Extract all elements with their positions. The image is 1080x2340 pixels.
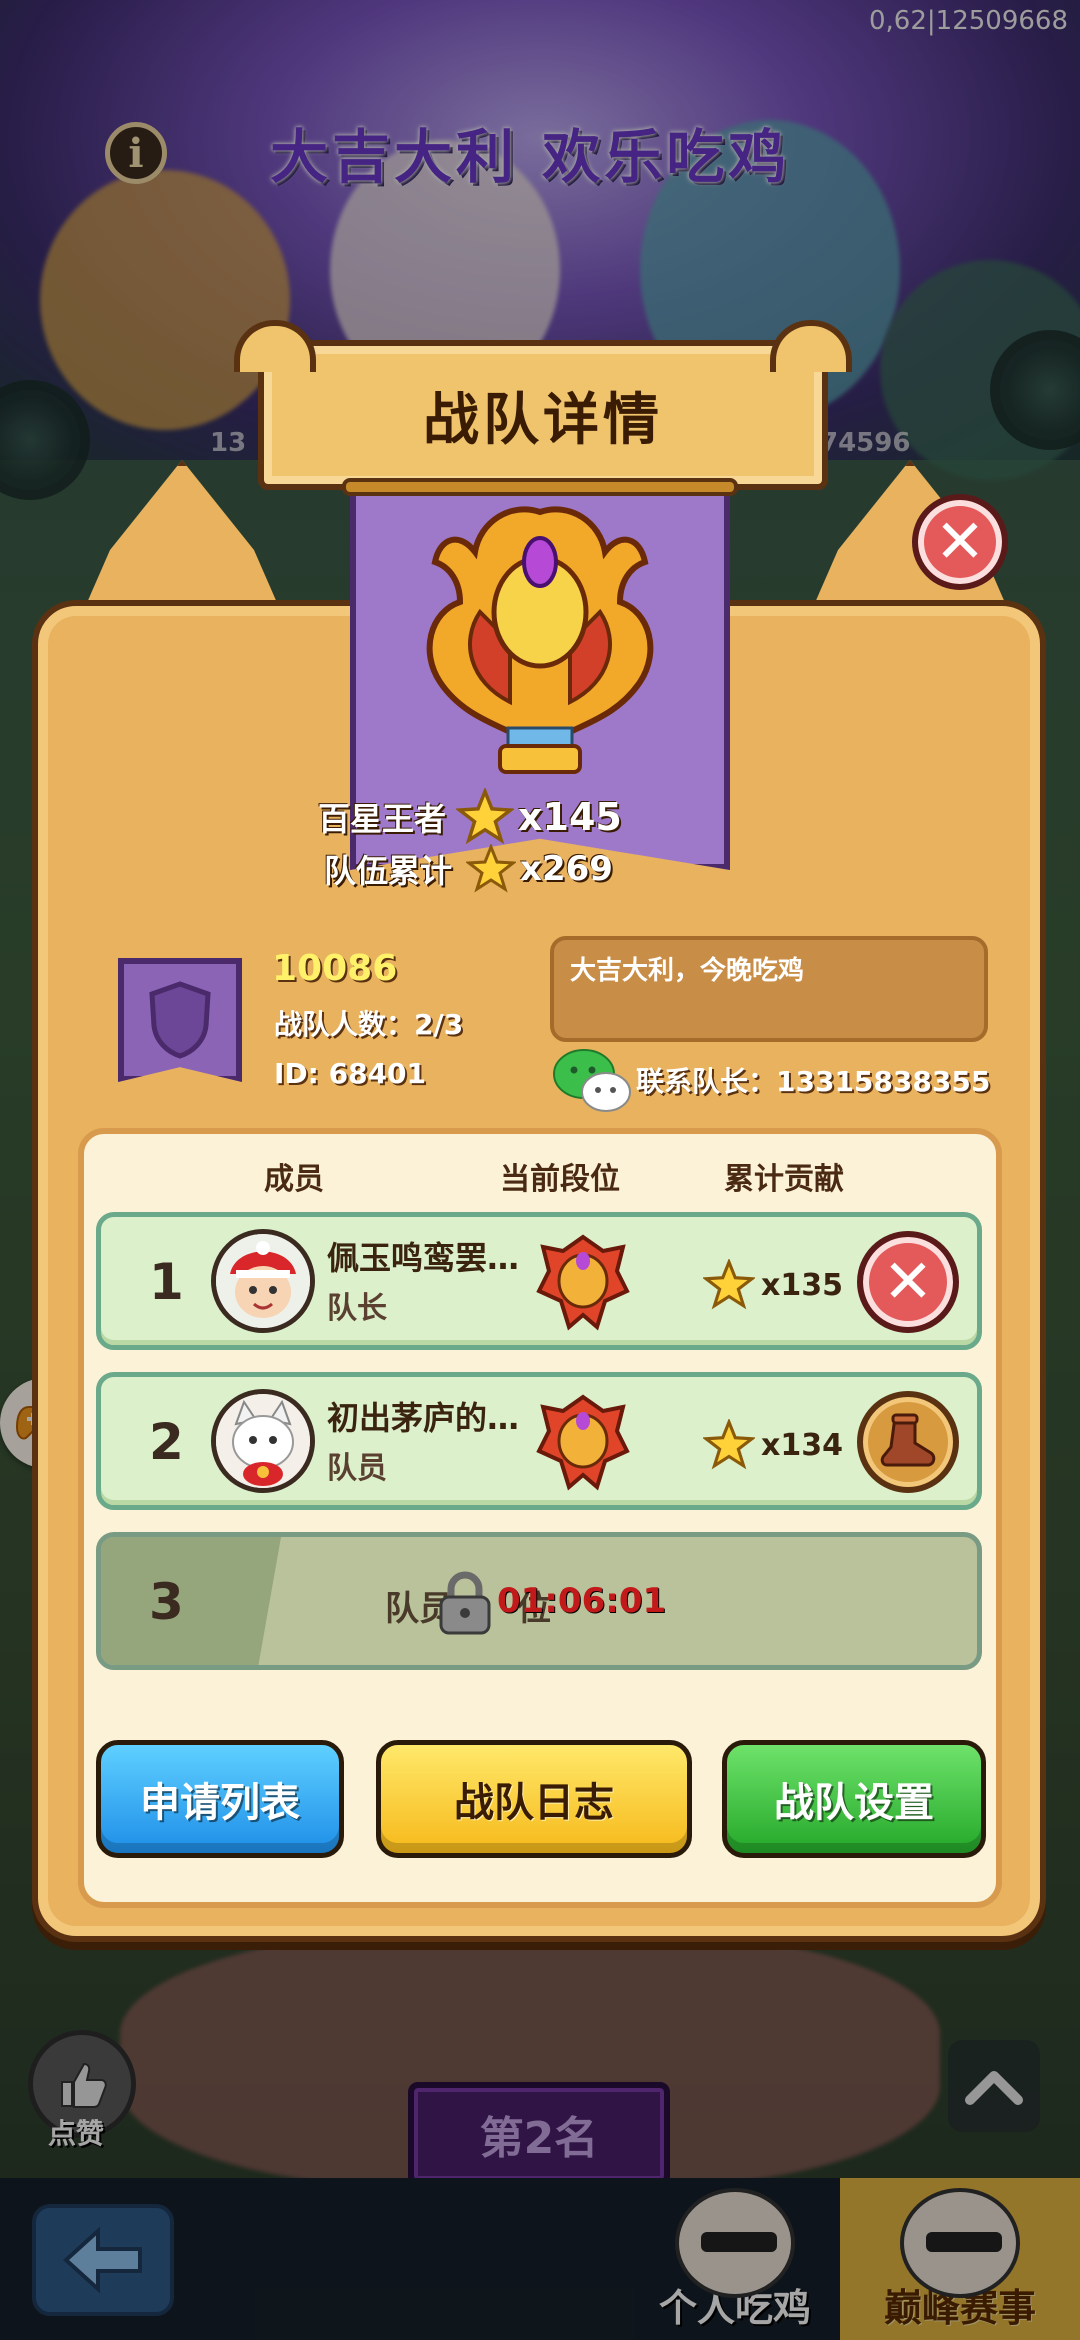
star-icon bbox=[466, 844, 517, 893]
team-total-label: 队伍累计 bbox=[324, 852, 453, 890]
team-name: 10086 bbox=[272, 948, 398, 989]
column-header-rank: 当前段位 bbox=[500, 1162, 620, 1197]
avatar[interactable] bbox=[211, 1229, 315, 1333]
boot-icon bbox=[880, 1413, 936, 1467]
wechat-icon[interactable] bbox=[552, 1046, 632, 1116]
member-contribution: x134 bbox=[703, 1419, 843, 1471]
dialog-title-plaque: 战队详情 bbox=[234, 320, 852, 490]
team-motto: 大吉大利，今晚吃鸡 bbox=[550, 936, 988, 1042]
team-total-stat: 队伍累计 x269 bbox=[324, 844, 613, 894]
column-header-member: 成员 bbox=[264, 1162, 324, 1197]
lock-icon bbox=[439, 1571, 491, 1635]
team-settings-button[interactable]: 战队设置 bbox=[722, 1740, 986, 1858]
member-index: 1 bbox=[149, 1253, 184, 1311]
member-role: 队长 bbox=[327, 1291, 387, 1326]
star-king-label: 百星王者 bbox=[318, 800, 447, 838]
dialog-title: 战队详情 bbox=[423, 387, 663, 453]
captain-contact: 联系队长：13315838355 bbox=[636, 1065, 991, 1098]
application-list-label: 申请列表 bbox=[140, 1780, 300, 1826]
unlock-timer: 01:06:01 bbox=[497, 1581, 667, 1621]
star-king-stat: 百星王者 x145 bbox=[318, 788, 622, 846]
rank-badge-icon bbox=[536, 1234, 630, 1331]
column-header-contribution: 累计贡献 bbox=[724, 1162, 844, 1197]
star-icon bbox=[703, 1419, 755, 1470]
team-settings-label: 战队设置 bbox=[774, 1780, 934, 1826]
close-icon: ✕ bbox=[934, 507, 986, 577]
member-name: 佩玉鸣鸾罢… bbox=[327, 1239, 520, 1277]
kick-member-button[interactable] bbox=[857, 1391, 959, 1493]
avatar-image bbox=[216, 1394, 310, 1488]
locked-member-slot: 3 队员位 01:06:01 bbox=[96, 1532, 982, 1670]
avatar[interactable] bbox=[211, 1389, 315, 1493]
star-king-value: x145 bbox=[518, 795, 622, 839]
star-icon bbox=[456, 788, 515, 845]
member-index: 3 bbox=[149, 1573, 184, 1631]
application-list-button[interactable]: 申请列表 bbox=[96, 1740, 344, 1858]
member-row[interactable]: 2 初出茅庐的… 队员 x134 bbox=[96, 1372, 982, 1510]
member-contribution: x135 bbox=[703, 1259, 843, 1311]
star-icon bbox=[703, 1259, 755, 1310]
team-id: ID: 68401 bbox=[274, 1057, 427, 1090]
contribution-value: x134 bbox=[761, 1427, 843, 1463]
member-role: 队员 bbox=[327, 1451, 387, 1486]
team-flag bbox=[118, 958, 242, 1082]
team-log-label: 战队日志 bbox=[454, 1780, 614, 1826]
rank-badge-icon bbox=[536, 1394, 630, 1491]
team-member-count: 战队人数：2/3 bbox=[274, 1008, 464, 1041]
member-name: 初出茅庐的… bbox=[327, 1399, 520, 1437]
remove-member-button[interactable]: ✕ bbox=[857, 1231, 959, 1333]
close-icon: ✕ bbox=[882, 1247, 934, 1317]
member-index: 2 bbox=[149, 1413, 184, 1471]
avatar-image bbox=[216, 1234, 310, 1328]
team-log-button[interactable]: 战队日志 bbox=[376, 1740, 692, 1858]
member-row[interactable]: 1 佩玉鸣鸾罢… 队长 x135 ✕ bbox=[96, 1212, 982, 1350]
shield-icon bbox=[149, 981, 211, 1059]
dragon-rank-emblem bbox=[426, 506, 654, 774]
team-total-value: x269 bbox=[520, 849, 613, 889]
contribution-value: x135 bbox=[761, 1267, 843, 1303]
close-button[interactable]: ✕ bbox=[912, 494, 1008, 590]
